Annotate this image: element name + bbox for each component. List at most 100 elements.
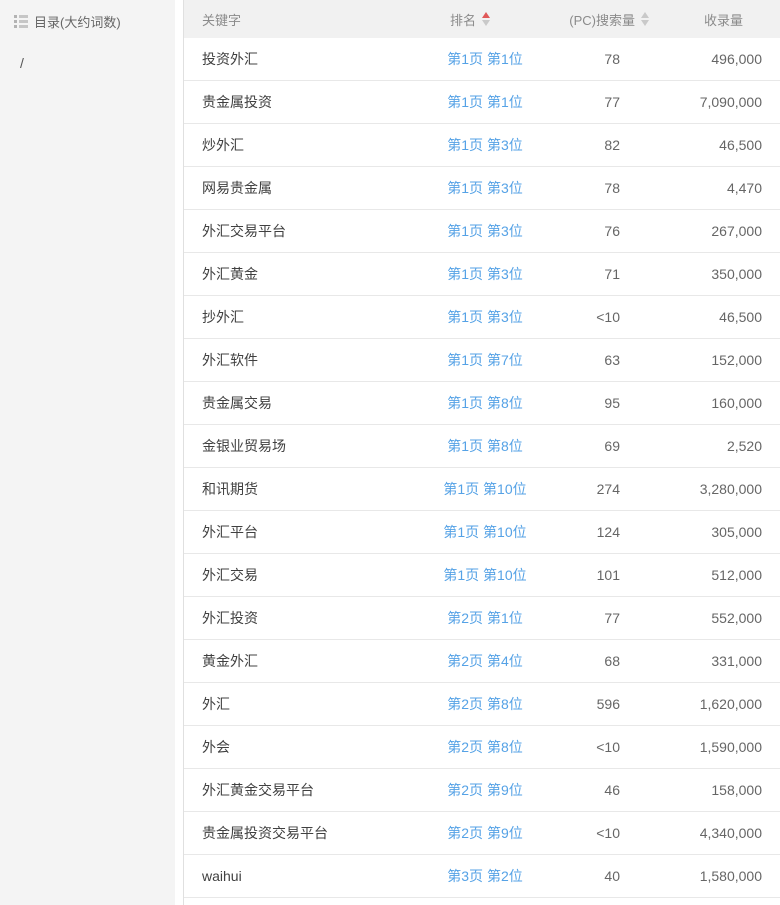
search-volume-cell: 63 xyxy=(554,352,649,368)
rank-link[interactable]: 第1页 第1位 xyxy=(447,94,522,110)
rank-link[interactable]: 第1页 第8位 xyxy=(447,395,522,411)
table-body: 投资外汇 第1页 第1位 78 496,000 贵金属投资 第1页 第1位 77… xyxy=(184,38,780,898)
rank-link[interactable]: 第1页 第10位 xyxy=(443,524,526,540)
indexed-cell: 267,000 xyxy=(649,223,780,239)
keyword-cell: 外汇黄金交易平台 xyxy=(184,780,436,800)
indexed-cell: 1,590,000 xyxy=(649,739,780,755)
keyword-cell: 投资外汇 xyxy=(184,49,436,69)
table-row: 炒外汇 第1页 第3位 82 46,500 xyxy=(184,124,780,167)
search-volume-cell: 78 xyxy=(554,51,649,67)
column-header-keyword: 关键字 xyxy=(184,10,436,29)
keyword-cell: 外汇交易 xyxy=(184,565,436,585)
keyword-cell: waihui xyxy=(184,868,436,884)
table-row: 和讯期货 第1页 第10位 274 3,280,000 xyxy=(184,468,780,511)
search-volume-cell: 82 xyxy=(554,137,649,153)
indexed-cell: 2,520 xyxy=(649,438,780,454)
rank-link[interactable]: 第1页 第8位 xyxy=(447,438,522,454)
rank-link[interactable]: 第2页 第9位 xyxy=(447,782,522,798)
table-row: 外汇交易 第1页 第10位 101 512,000 xyxy=(184,554,780,597)
table-row: 投资外汇 第1页 第1位 78 496,000 xyxy=(184,38,780,81)
sort-desc-icon[interactable] xyxy=(482,20,490,26)
indexed-cell: 46,500 xyxy=(649,309,780,325)
rank-link[interactable]: 第1页 第7位 xyxy=(447,352,522,368)
keyword-cell: 外汇平台 xyxy=(184,522,436,542)
sort-asc-icon[interactable] xyxy=(641,12,649,18)
search-volume-cell: 77 xyxy=(554,610,649,626)
rank-link[interactable]: 第1页 第3位 xyxy=(447,137,522,153)
rank-link[interactable]: 第1页 第3位 xyxy=(447,266,522,282)
search-volume-cell: <10 xyxy=(554,739,649,755)
rank-link[interactable]: 第1页 第10位 xyxy=(443,481,526,497)
sort-asc-icon[interactable] xyxy=(482,12,490,18)
indexed-cell: 331,000 xyxy=(649,653,780,669)
column-header-search-volume-label: (PC)搜索量 xyxy=(569,10,635,29)
keyword-cell: 贵金属投资 xyxy=(184,92,436,112)
indexed-cell: 496,000 xyxy=(649,51,780,67)
indexed-cell: 4,340,000 xyxy=(649,825,780,841)
table-row: waihui 第3页 第2位 40 1,580,000 xyxy=(184,855,780,898)
table-row: 贵金属投资交易平台 第2页 第9位 <10 4,340,000 xyxy=(184,812,780,855)
keyword-cell: 贵金属投资交易平台 xyxy=(184,823,436,843)
sort-desc-icon[interactable] xyxy=(641,20,649,26)
keyword-cell: 黄金外汇 xyxy=(184,651,436,671)
indexed-cell: 512,000 xyxy=(649,567,780,583)
table-row: 金银业贸易场 第1页 第8位 69 2,520 xyxy=(184,425,780,468)
search-volume-cell: 76 xyxy=(554,223,649,239)
search-volume-cell: 69 xyxy=(554,438,649,454)
table-row: 外汇平台 第1页 第10位 124 305,000 xyxy=(184,511,780,554)
keyword-cell: 抄外汇 xyxy=(184,307,436,327)
column-header-search-volume[interactable]: (PC)搜索量 xyxy=(554,10,649,29)
rank-link[interactable]: 第1页 第3位 xyxy=(447,180,522,196)
keyword-table: 关键字 排名 (PC)搜索量 收录量 投资外汇 第1页 第1位 78 496,0… xyxy=(183,0,780,905)
search-volume-cell: <10 xyxy=(554,825,649,841)
table-row: 贵金属交易 第1页 第8位 95 160,000 xyxy=(184,382,780,425)
table-row: 外汇 第2页 第8位 596 1,620,000 xyxy=(184,683,780,726)
column-header-rank[interactable]: 排名 xyxy=(436,10,554,29)
indexed-cell: 46,500 xyxy=(649,137,780,153)
rank-link[interactable]: 第1页 第3位 xyxy=(447,223,522,239)
table-row: 抄外汇 第1页 第3位 <10 46,500 xyxy=(184,296,780,339)
keyword-cell: 网易贵金属 xyxy=(184,178,436,198)
rank-link[interactable]: 第2页 第4位 xyxy=(447,653,522,669)
list-icon xyxy=(14,13,28,30)
rank-link[interactable]: 第2页 第8位 xyxy=(447,739,522,755)
indexed-cell: 160,000 xyxy=(649,395,780,411)
table-row: 黄金外汇 第2页 第4位 68 331,000 xyxy=(184,640,780,683)
rank-link[interactable]: 第2页 第8位 xyxy=(447,696,522,712)
search-volume-cell: 124 xyxy=(554,524,649,540)
keyword-cell: 外汇投资 xyxy=(184,608,436,628)
indexed-cell: 4,470 xyxy=(649,180,780,196)
search-volume-cell: 274 xyxy=(554,481,649,497)
keyword-cell: 金银业贸易场 xyxy=(184,436,436,456)
table-row: 外汇交易平台 第1页 第3位 76 267,000 xyxy=(184,210,780,253)
rank-link[interactable]: 第1页 第3位 xyxy=(447,309,522,325)
table-row: 外汇软件 第1页 第7位 63 152,000 xyxy=(184,339,780,382)
rank-link[interactable]: 第1页 第1位 xyxy=(447,51,522,67)
indexed-cell: 152,000 xyxy=(649,352,780,368)
search-volume-sort-control[interactable] xyxy=(641,12,649,26)
indexed-cell: 3,280,000 xyxy=(649,481,780,497)
indexed-cell: 1,580,000 xyxy=(649,868,780,884)
rank-link[interactable]: 第1页 第10位 xyxy=(443,567,526,583)
rank-link[interactable]: 第3页 第2位 xyxy=(447,868,522,884)
keyword-cell: 和讯期货 xyxy=(184,479,436,499)
column-header-rank-label: 排名 xyxy=(450,10,476,29)
indexed-cell: 552,000 xyxy=(649,610,780,626)
search-volume-cell: 77 xyxy=(554,94,649,110)
directory-sidebar: 目录(大约词数) / xyxy=(0,0,175,905)
search-volume-cell: 68 xyxy=(554,653,649,669)
table-header: 关键字 排名 (PC)搜索量 收录量 xyxy=(184,0,780,38)
rank-sort-control[interactable] xyxy=(482,12,490,26)
rank-link[interactable]: 第2页 第1位 xyxy=(447,610,522,626)
search-volume-cell: 46 xyxy=(554,782,649,798)
indexed-cell: 7,090,000 xyxy=(649,94,780,110)
indexed-cell: 305,000 xyxy=(649,524,780,540)
search-volume-cell: <10 xyxy=(554,309,649,325)
indexed-cell: 158,000 xyxy=(649,782,780,798)
indexed-cell: 1,620,000 xyxy=(649,696,780,712)
rank-link[interactable]: 第2页 第9位 xyxy=(447,825,522,841)
keyword-cell: 外汇软件 xyxy=(184,350,436,370)
table-row: 外汇黄金交易平台 第2页 第9位 46 158,000 xyxy=(184,769,780,812)
search-volume-cell: 596 xyxy=(554,696,649,712)
sidebar-item-root[interactable]: / xyxy=(0,41,175,71)
